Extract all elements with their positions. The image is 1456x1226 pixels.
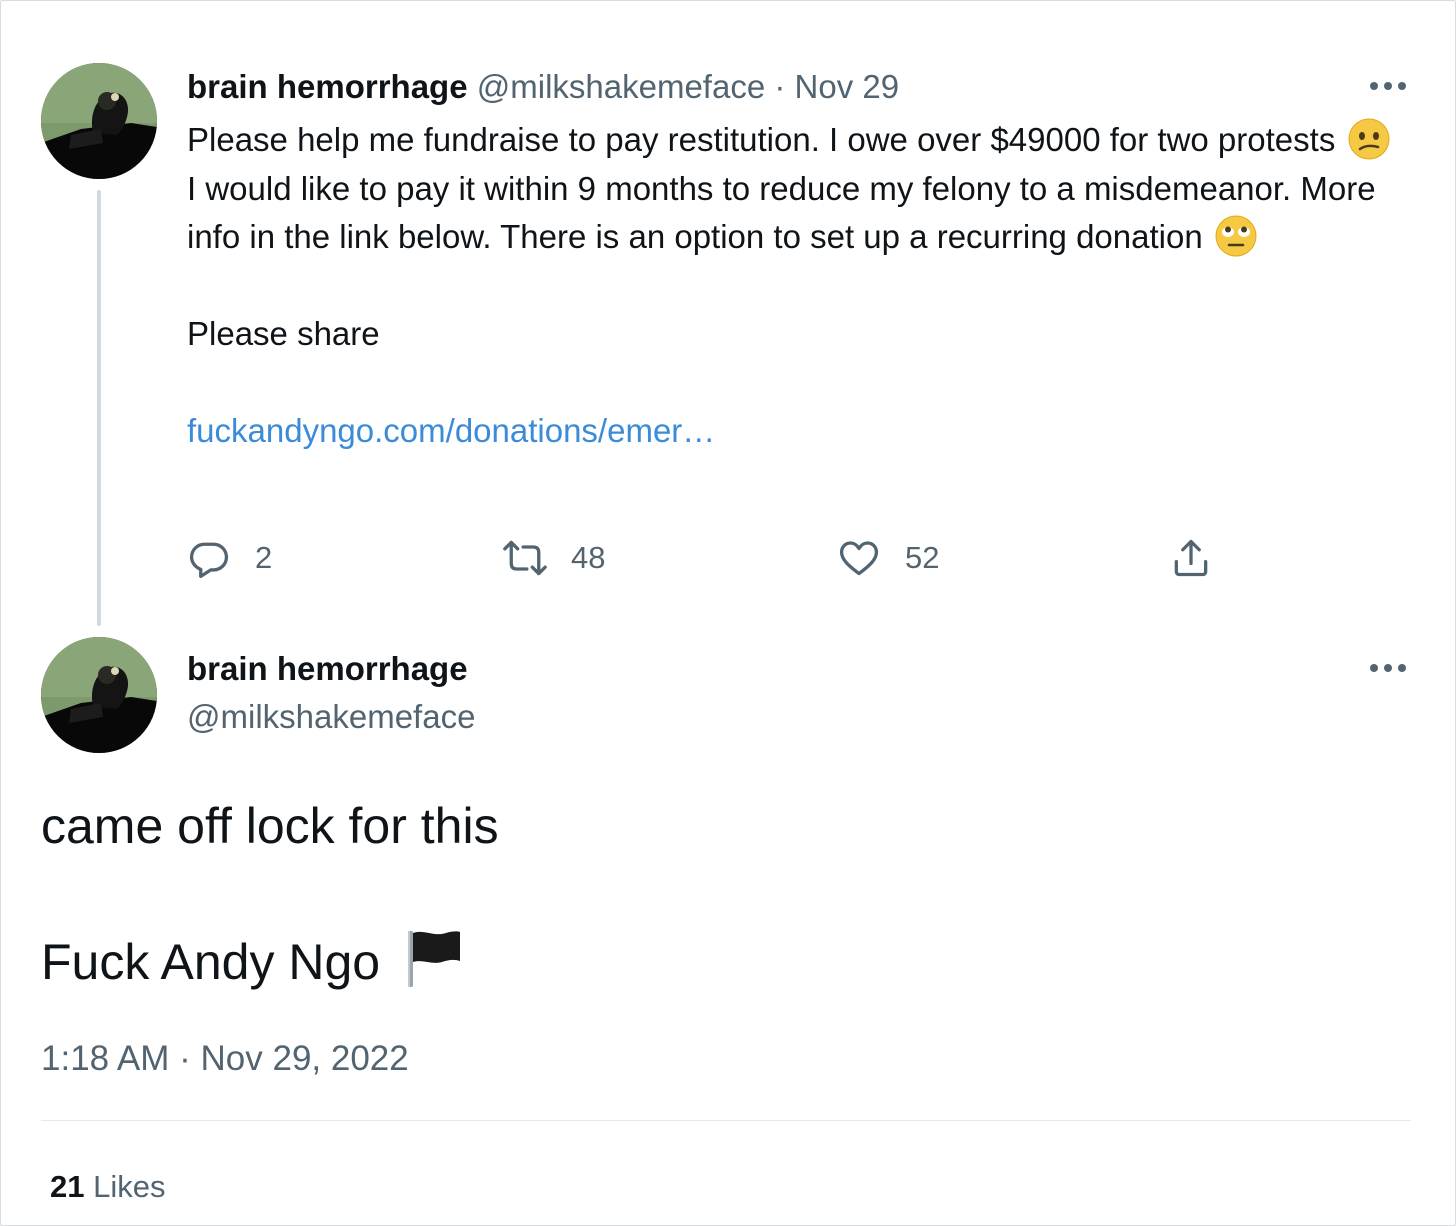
parent-tweet-header: brain hemorrhage @milkshakemeface · Nov … xyxy=(187,64,899,110)
reply-count: 2 xyxy=(255,540,273,575)
retweet-icon xyxy=(503,540,547,576)
likes-label: Likes xyxy=(93,1169,166,1204)
main-text-line-1: came off lock for this xyxy=(41,798,499,854)
donation-link[interactable]: fuckandyngo.com/donations/emer… xyxy=(187,412,715,449)
retweet-button[interactable]: 48 xyxy=(503,532,605,584)
avatar[interactable] xyxy=(41,637,157,753)
reply-icon xyxy=(189,542,229,578)
tweet-timestamp[interactable]: 1:18 AM · Nov 29, 2022 xyxy=(41,1034,409,1084)
tweet-actions: 2 48 52 xyxy=(187,532,1227,584)
header-separator: · xyxy=(765,68,795,105)
parent-display-name[interactable]: brain hemorrhage xyxy=(187,68,468,105)
heart-icon xyxy=(839,541,879,576)
retweet-count: 48 xyxy=(571,540,606,575)
parent-handle[interactable]: @milkshakemeface xyxy=(477,68,765,105)
parent-date[interactable]: Nov 29 xyxy=(795,68,900,105)
thread-connector-line xyxy=(97,190,101,626)
main-tweet-text: came off lock for this Fuck Andy Ngo xyxy=(41,790,1411,998)
share-button[interactable] xyxy=(1169,532,1213,584)
confused-face-emoji-icon xyxy=(1347,117,1391,161)
like-button[interactable]: 52 xyxy=(837,532,939,584)
divider xyxy=(41,1120,1411,1121)
more-options-button[interactable] xyxy=(1366,64,1410,108)
avatar-image xyxy=(41,637,157,753)
likes-count: 21 xyxy=(50,1169,85,1204)
main-text-line-2: Fuck Andy Ngo xyxy=(41,934,381,990)
more-dots-icon xyxy=(1370,664,1406,672)
more-options-button[interactable] xyxy=(1366,646,1410,690)
like-count: 52 xyxy=(905,540,940,575)
parent-text-part-2: I would like to pay it within 9 months t… xyxy=(187,169,1376,256)
main-display-name[interactable]: brain hemorrhage xyxy=(187,646,468,692)
avatar-image xyxy=(41,63,157,179)
main-handle[interactable]: @milkshakemeface xyxy=(187,694,475,740)
parent-text-please-share: Please share xyxy=(187,315,380,352)
share-icon xyxy=(1174,539,1208,577)
likes-summary[interactable]: 21 Likes xyxy=(50,1165,165,1209)
avatar[interactable] xyxy=(41,63,157,179)
parent-text-part-1: Please help me fundraise to pay restitut… xyxy=(187,121,1336,158)
more-dots-icon xyxy=(1370,82,1406,90)
face-with-rolling-eyes-emoji-icon xyxy=(1214,214,1258,258)
parent-tweet-text: Please help me fundraise to pay restitut… xyxy=(187,116,1407,456)
black-flag-emoji-icon xyxy=(402,927,464,989)
reply-button[interactable]: 2 xyxy=(187,532,272,584)
